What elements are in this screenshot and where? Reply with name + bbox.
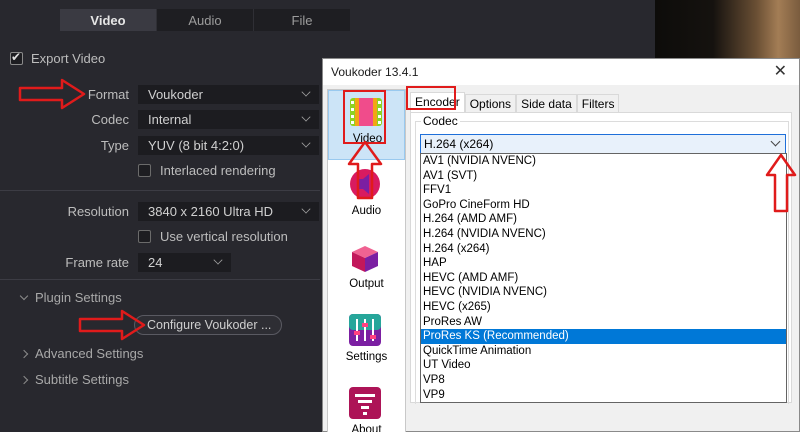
chevron-right-icon bbox=[19, 349, 29, 359]
codec-group-label: Codec bbox=[421, 114, 460, 128]
chevron-down-icon bbox=[301, 138, 311, 148]
subtitle-settings-label: Subtitle Settings bbox=[35, 372, 129, 387]
codec-option[interactable]: HAP bbox=[421, 256, 786, 271]
format-dropdown[interactable]: Voukoder bbox=[138, 85, 319, 104]
codec-option[interactable]: GoPro CineForm HD bbox=[421, 198, 786, 213]
annotation-box bbox=[343, 90, 386, 144]
sidebar-item-output[interactable]: Output bbox=[328, 236, 405, 306]
codec-option[interactable]: HEVC (AMD AMF) bbox=[421, 271, 786, 286]
tab-side-data[interactable]: Side data bbox=[516, 94, 577, 112]
codec-option-selected[interactable]: ProRes KS (Recommended) bbox=[421, 329, 786, 344]
export-video-label: Export Video bbox=[31, 51, 106, 66]
codec-option[interactable]: UT Video bbox=[421, 358, 786, 373]
codec-option[interactable]: ProRes AW bbox=[421, 315, 786, 330]
frame-rate-dropdown[interactable]: 24 bbox=[138, 253, 231, 272]
codec-option[interactable]: FFV1 bbox=[421, 183, 786, 198]
annotation-arrow-icon bbox=[18, 78, 86, 110]
sidebar-item-settings[interactable]: Settings bbox=[328, 309, 405, 379]
tab-audio[interactable]: Audio bbox=[157, 9, 254, 31]
sidebar-item-label: About bbox=[351, 424, 382, 432]
codec-dropdown[interactable]: Internal bbox=[138, 110, 319, 129]
type-label: Type bbox=[100, 138, 129, 153]
tab-file[interactable]: File bbox=[254, 9, 350, 31]
dialog-titlebar: Voukoder 13.4.1 ✕ bbox=[323, 59, 799, 85]
divider bbox=[0, 279, 320, 280]
tab-filters[interactable]: Filters bbox=[576, 94, 620, 112]
codec-option[interactable]: HEVC (NVIDIA NVENC) bbox=[421, 285, 786, 300]
chevron-down-icon bbox=[301, 112, 311, 122]
codec-label: Codec bbox=[91, 112, 129, 127]
plugin-settings-section[interactable]: Plugin Settings bbox=[19, 290, 122, 305]
sidebar-item-label: Output bbox=[349, 278, 384, 290]
box-icon bbox=[352, 246, 378, 272]
codec-dropdown-list: AV1 (NVIDIA NVENC) AV1 (SVT) FFV1 GoPro … bbox=[420, 153, 787, 403]
sliders-icon bbox=[349, 314, 381, 346]
interlaced-checkbox[interactable] bbox=[138, 164, 151, 177]
interlaced-label: Interlaced rendering bbox=[160, 163, 276, 178]
close-icon[interactable]: ✕ bbox=[774, 61, 787, 81]
codec-value: Internal bbox=[148, 112, 192, 127]
annotation-box bbox=[406, 86, 456, 110]
chevron-down-icon bbox=[213, 255, 223, 265]
codec-select[interactable]: H.264 (x264) bbox=[420, 134, 786, 154]
divider bbox=[0, 190, 320, 191]
type-value: YUV (8 bit 4:2:0) bbox=[148, 138, 245, 153]
codec-option[interactable]: VP9 bbox=[421, 388, 786, 403]
advanced-settings-label: Advanced Settings bbox=[35, 346, 144, 361]
codec-option[interactable]: VP8 bbox=[421, 373, 786, 388]
type-dropdown[interactable]: YUV (8 bit 4:2:0) bbox=[138, 136, 319, 155]
chevron-down-icon bbox=[301, 87, 311, 97]
export-video-checkbox[interactable] bbox=[10, 50, 23, 65]
codec-option[interactable]: AV1 (SVT) bbox=[421, 169, 786, 184]
annotation-arrow-icon bbox=[347, 140, 383, 200]
configure-voukoder-button[interactable]: Configure Voukoder ... bbox=[134, 315, 282, 335]
tab-video[interactable]: Video bbox=[60, 9, 157, 31]
preview-image bbox=[655, 0, 800, 58]
annotation-arrow-icon bbox=[765, 153, 797, 213]
codec-option[interactable]: H.264 (NVIDIA NVENC) bbox=[421, 227, 786, 242]
annotation-arrow-icon bbox=[78, 309, 146, 341]
dialog-title: Voukoder 13.4.1 bbox=[331, 65, 419, 79]
resolution-dropdown[interactable]: 3840 x 2160 Ultra HD bbox=[138, 202, 319, 221]
render-tabs: Video Audio File bbox=[60, 9, 350, 31]
vertical-resolution-label: Use vertical resolution bbox=[160, 229, 288, 244]
sidebar-item-label: Audio bbox=[351, 205, 382, 217]
codec-option[interactable]: HEVC (x265) bbox=[421, 300, 786, 315]
advanced-settings-section[interactable]: Advanced Settings bbox=[19, 346, 144, 361]
format-value: Voukoder bbox=[148, 87, 203, 102]
subtitle-settings-section[interactable]: Subtitle Settings bbox=[19, 372, 129, 387]
codec-option[interactable]: QuickTime Animation bbox=[421, 344, 786, 359]
chevron-down-icon bbox=[301, 204, 311, 214]
sidebar-item-about[interactable]: About bbox=[328, 382, 405, 432]
sidebar-item-label: Settings bbox=[345, 351, 388, 363]
chevron-down-icon bbox=[770, 136, 781, 147]
plugin-settings-label: Plugin Settings bbox=[35, 290, 122, 305]
resolution-label: Resolution bbox=[67, 204, 129, 219]
codec-option[interactable]: H.264 (x264) bbox=[421, 242, 786, 257]
codec-option[interactable]: H.264 (AMD AMF) bbox=[421, 212, 786, 227]
codec-option[interactable]: AV1 (NVIDIA NVENC) bbox=[421, 154, 786, 169]
codec-select-value: H.264 (x264) bbox=[424, 137, 494, 151]
frame-rate-value: 24 bbox=[148, 255, 163, 270]
frame-rate-label: Frame rate bbox=[65, 255, 129, 270]
tornado-icon bbox=[349, 387, 381, 419]
resolution-value: 3840 x 2160 Ultra HD bbox=[148, 204, 274, 219]
chevron-down-icon bbox=[19, 291, 29, 301]
tab-options[interactable]: Options bbox=[464, 94, 517, 112]
vertical-resolution-checkbox[interactable] bbox=[138, 230, 151, 243]
chevron-right-icon bbox=[19, 375, 29, 385]
